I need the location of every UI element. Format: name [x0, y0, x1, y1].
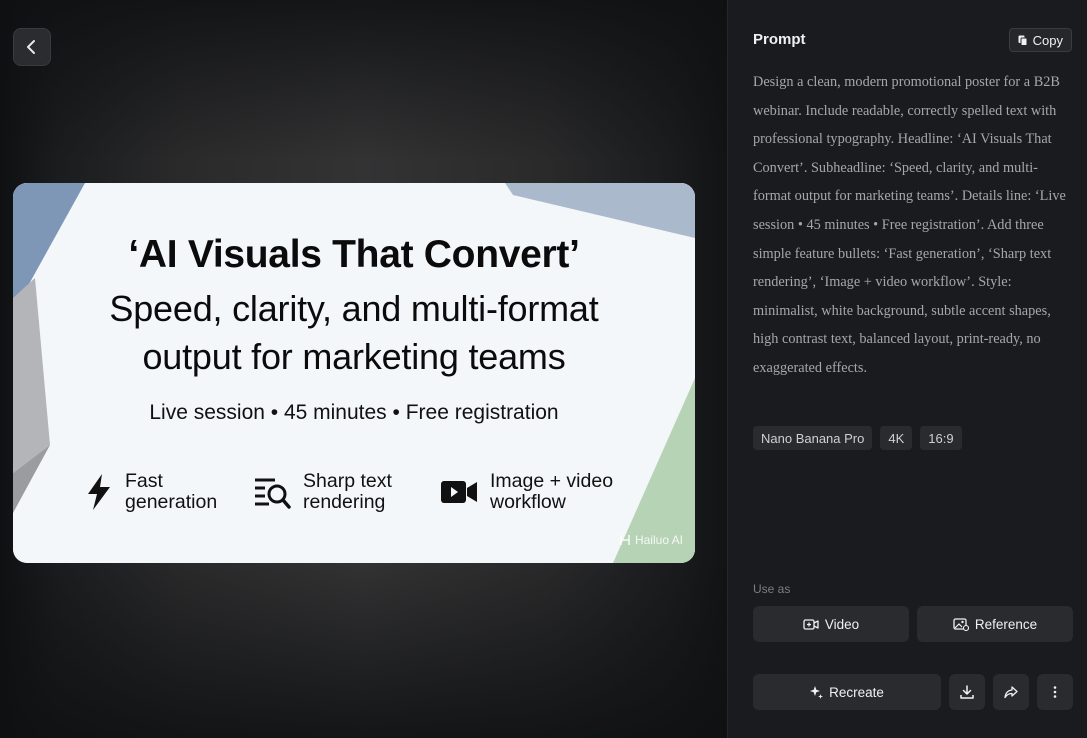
use-as-label: Use as — [753, 582, 791, 596]
recreate-label: Recreate — [829, 684, 884, 700]
tag-model: Nano Banana Pro — [753, 426, 873, 450]
more-options-button[interactable] — [1037, 674, 1073, 710]
download-icon — [960, 685, 974, 699]
prompt-panel: Prompt Copy Design a clean, modern promo… — [727, 0, 1087, 738]
action-row: Recreate — [753, 674, 1073, 710]
model-tags: Nano Banana Pro 4K 16:9 — [753, 426, 962, 450]
sparkle-icon — [810, 685, 824, 699]
watermark: Hailuo AI — [619, 533, 683, 547]
recreate-button[interactable]: Recreate — [753, 674, 941, 710]
poster-headline: ‘AI Visuals That Convert’ — [128, 233, 580, 276]
poster-subheadline-line: output for marketing teams — [142, 336, 566, 377]
feature-sharp-text: Sharp text rendering — [253, 471, 392, 513]
image-reference-icon — [953, 618, 969, 631]
more-vertical-icon — [1053, 686, 1057, 698]
feature-label-line: rendering — [303, 491, 386, 513]
tag-aspect-ratio: 16:9 — [920, 426, 962, 450]
poster-subheadline-line: Speed, clarity, and multi-format — [109, 288, 599, 329]
feature-label-line: Sharp text — [303, 470, 392, 492]
preview-area: ‘AI Visuals That Convert’ Speed, clarity… — [0, 0, 727, 738]
copy-label: Copy — [1032, 32, 1063, 48]
video-plus-icon — [803, 619, 819, 630]
tag-resolution: 4K — [880, 426, 913, 450]
use-as-video-button[interactable]: Video — [753, 606, 909, 642]
feature-label: Sharp text rendering — [303, 471, 392, 513]
prompt-text: Design a clean, modern promotional poste… — [753, 74, 1066, 376]
feature-label-line: generation — [125, 491, 218, 513]
use-as-reference-button[interactable]: Reference — [917, 606, 1073, 642]
lightning-icon — [88, 474, 110, 510]
feature-label: Image + video workflow — [490, 471, 613, 513]
feature-label-line: Fast — [125, 470, 163, 492]
video-label: Video — [824, 616, 860, 632]
back-button[interactable] — [13, 28, 51, 66]
panel-title: Prompt — [753, 31, 806, 48]
watermark-text: Hailuo AI — [634, 533, 683, 547]
video-camera-icon — [441, 481, 477, 503]
feature-fast-generation: Fast generation — [85, 471, 217, 513]
use-as-row: Video Reference — [753, 606, 1073, 642]
download-button[interactable] — [949, 674, 985, 710]
feature-label: Fast generation — [125, 471, 217, 513]
feature-label-line: workflow — [490, 491, 566, 513]
copy-icon — [1018, 35, 1028, 46]
copy-button[interactable]: Copy — [1008, 28, 1072, 52]
hailuo-logo-icon — [620, 535, 630, 545]
text-search-icon — [255, 478, 291, 509]
chevron-left-icon — [27, 40, 35, 54]
share-button[interactable] — [993, 674, 1029, 710]
poster-subheadline: Speed, clarity, and multi-format output … — [13, 285, 695, 381]
feature-label-line: Image + video — [490, 470, 614, 492]
poster-details: Live session • 45 minutes • Free registr… — [149, 401, 559, 424]
feature-image-video: Image + video workflow — [440, 471, 613, 513]
reference-label: Reference — [974, 616, 1038, 632]
poster-image: ‘AI Visuals That Convert’ Speed, clarity… — [13, 183, 695, 563]
share-icon — [1004, 686, 1018, 699]
